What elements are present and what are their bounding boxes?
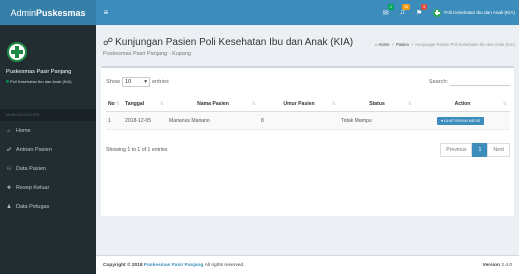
sort-icon: ⇅ — [502, 101, 507, 107]
mail-icon[interactable]: ✉ 4 — [383, 3, 394, 17]
visit-icon: ☍ — [103, 37, 114, 48]
column-header-status[interactable]: Status ⇅ — [339, 97, 415, 112]
footer-rights: All rights reserved. — [204, 262, 245, 268]
sort-icon: ⇅ — [115, 101, 120, 107]
cell-nama: Marianus Mariano — [169, 117, 210, 124]
sidebar-item-data-pasien[interactable]: ⚇ Data Pasien — [0, 159, 96, 178]
sort-icon: ⇅ — [407, 101, 412, 107]
column-header-no[interactable]: No ⇅ — [106, 97, 123, 112]
sidebar-item-resep-keluar[interactable]: ✚ Resep Keluar — [0, 178, 96, 197]
footer-copyright: Copyright © 2018 Puskesmas Pasir Panjang… — [103, 262, 245, 268]
table-search: Search: — [429, 78, 510, 86]
user-menu[interactable]: Poli Kesehatan Ibu dan Anak (KIA) — [433, 8, 515, 17]
home-icon: ⌂ — [7, 127, 11, 134]
mail-badge: 4 — [387, 3, 394, 10]
panel-name: Puskesmas Pasir Panjang — [6, 69, 72, 75]
column-header-umur-pasien[interactable]: Umur Pasien ⇅ — [259, 97, 339, 112]
user-panel: Puskesmas Pasir Panjang Poli Kesehatan I… — [0, 25, 96, 101]
main-content: ☍ Kunjungan Pasien Poli Kesehatan Ibu da… — [96, 25, 519, 274]
navbar-right: ✉ 4 ♫ 10 ⚑ 9 Poli Kesehatan Ibu dan Anak (K… — [383, 3, 519, 17]
sidebar-item-data-petugas[interactable]: ♟ Data Petugas — [0, 197, 96, 216]
logo-regular: Admin — [10, 7, 36, 18]
breadcrumb-current: Kunjungan Pasien Poli Kesehatan Ibu dan … — [415, 42, 515, 47]
sidebar-item-label: Home — [16, 127, 31, 134]
version-value: 2.4.0 — [501, 262, 512, 268]
entries-value: 10 — [125, 79, 132, 85]
panel-sub-label: Poli Kesehatan Ibu dan Anak (KIA) — [10, 79, 72, 84]
user-name: Poli Kesehatan Ibu dan Anak (KIA) — [444, 10, 515, 15]
entries-length: Show 10 ▾ entries — [106, 77, 169, 87]
puskesmas-logo-icon — [7, 42, 27, 62]
logo-bold: Puskesmas — [35, 7, 86, 18]
nav-header: MAIN NAVIGATION — [0, 109, 96, 121]
footer-brand[interactable]: Puskesmas Pasir Panjang — [144, 263, 203, 268]
footer: Copyright © 2018 Puskesmas Pasir Panjang… — [96, 255, 519, 274]
next-button[interactable]: Next — [487, 143, 510, 157]
user-logo-icon — [433, 8, 442, 17]
column-header-action[interactable]: Action ⇅ — [415, 97, 510, 112]
entries-label: entries — [152, 79, 169, 85]
notification-badge: 10 — [402, 4, 410, 10]
flag-badge: 9 — [421, 3, 428, 10]
sidebar-item-label: Data Petugas — [16, 203, 50, 210]
sort-icon: ⇅ — [251, 101, 256, 107]
sidebar-item-label: Data Pasien — [16, 165, 46, 172]
sidebar-item-antrian-pasien[interactable]: ☍ Antrian Pasien — [0, 140, 96, 159]
table-info: Showing 1 to 1 of 1 entries — [106, 147, 168, 153]
queue-icon: ☍ — [6, 146, 12, 153]
online-dot-icon — [6, 80, 9, 83]
page-title-text: Kunjungan Pasien Poli Kesehatan Ibu dan … — [115, 37, 354, 48]
patient-visit-table: No ⇅ Tanggal ⇅ Nama Pasien ⇅ Umur Pasien ⇅ S… — [106, 97, 510, 130]
cell-action: ♥ LIHAT REKAM MEDIS — [415, 112, 510, 130]
table-row: 1 2018-12-05 Marianus Mariano 8 Tidak Ma… — [106, 111, 510, 130]
cell-no: 1 — [108, 117, 111, 124]
column-header-tanggal[interactable]: Tanggal ⇅ — [123, 97, 167, 112]
data-box: Show 10 ▾ entries Search: No ⇅ Tanggal ⇅ Na… — [101, 66, 514, 216]
flag-icon[interactable]: ⚑ 9 — [416, 3, 428, 17]
sidebar-toggle-icon[interactable]: ≡ — [98, 8, 114, 17]
select-caret-icon: ▾ — [144, 79, 147, 85]
page-1-button[interactable]: 1 — [472, 143, 488, 157]
show-label: Show — [106, 79, 120, 85]
sort-icon: ⇅ — [331, 101, 336, 107]
sidebar-item-label: Resep Keluar — [16, 184, 50, 191]
search-label: Search: — [428, 79, 448, 85]
view-medical-record-button[interactable]: ♥ LIHAT REKAM MEDIS — [437, 116, 485, 125]
sidebar: Puskesmas Pasir Panjang Poli Kesehatan I… — [0, 25, 96, 274]
cell-tanggal: 2018-12-05 — [125, 117, 152, 124]
page-subtitle: Puskesmas Pasir Panjang - Kupang — [103, 51, 192, 57]
sort-icon: ⇅ — [159, 101, 164, 107]
previous-button[interactable]: Previous — [440, 143, 473, 157]
app-logo[interactable]: Admin Puskesmas — [0, 0, 96, 25]
column-header-nama-pasien[interactable]: Nama Pasien ⇅ — [167, 97, 259, 112]
patient-icon: ⚇ — [6, 165, 12, 172]
sidebar-item-home[interactable]: ⌂ Home — [0, 121, 96, 140]
top-navbar: ≡ ✉ 4 ♫ 10 ⚑ 9 Poli Kesehatan Ibu dan Anak … — [96, 0, 519, 25]
entries-select[interactable]: 10 ▾ — [122, 77, 150, 87]
prescription-icon: ✚ — [6, 184, 12, 191]
cell-status: Tidak Mampu — [341, 117, 372, 124]
cell-umur: 8 — [261, 117, 264, 124]
search-input[interactable] — [450, 78, 510, 86]
sidebar-item-label: Antrian Pasien — [16, 146, 52, 153]
bell-icon[interactable]: ♫ 10 — [400, 4, 410, 16]
breadcrumb-pasien[interactable]: Pasien — [396, 42, 409, 47]
panel-status: Poli Kesehatan Ibu dan Anak (KIA) — [6, 79, 72, 84]
staff-icon: ♟ — [6, 203, 12, 210]
breadcrumb-home[interactable]: Home — [378, 42, 389, 47]
footer-version: Version 2.4.0 — [482, 262, 512, 268]
breadcrumb: ⌂ Home > Pasien > Kunjungan Pasien Poli Kese… — [374, 42, 515, 47]
pagination: Previous 1 Next — [440, 143, 510, 157]
breadcrumb-home-icon: ⌂ — [374, 42, 378, 47]
page-title: ☍ Kunjungan Pasien Poli Kesehatan Ibu da… — [103, 37, 353, 48]
